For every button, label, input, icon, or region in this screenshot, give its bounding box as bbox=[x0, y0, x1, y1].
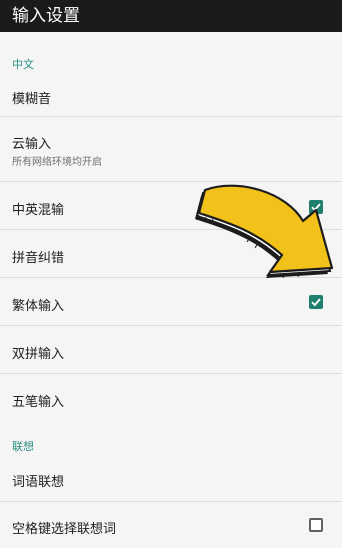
row-label: 模糊音 bbox=[12, 92, 52, 107]
row-mixed-input[interactable]: 中英混输 bbox=[0, 182, 342, 230]
section-header-chinese: 中文 bbox=[12, 58, 34, 71]
section-header-association: 联想 bbox=[12, 440, 34, 453]
checkmark-icon bbox=[311, 298, 321, 307]
row-sublabel: 所有网络环境均开启 bbox=[12, 157, 102, 168]
row-fuzzy-pinyin[interactable]: 模糊音 bbox=[0, 74, 342, 117]
row-label: 拼音纠错 bbox=[12, 251, 65, 266]
row-traditional-input[interactable]: 繁体输入 bbox=[0, 278, 342, 326]
row-wubi-input[interactable]: 五笔输入 bbox=[0, 374, 342, 422]
row-word-association[interactable]: 词语联想 bbox=[0, 456, 342, 502]
row-label: 云输入 bbox=[12, 137, 52, 152]
mixed-input-checkbox[interactable] bbox=[309, 200, 323, 214]
row-cloud-input[interactable]: 云输入 所有网络环境均开启 bbox=[0, 117, 342, 182]
row-label: 繁体输入 bbox=[12, 299, 65, 314]
page-title: 输入设置 bbox=[12, 6, 80, 26]
row-label: 词语联想 bbox=[12, 475, 65, 490]
row-double-pinyin[interactable]: 双拼输入 bbox=[0, 326, 342, 374]
checkmark-icon bbox=[311, 251, 321, 260]
checkmark-icon bbox=[311, 203, 321, 212]
pinyin-correction-checkbox[interactable] bbox=[309, 248, 323, 262]
row-pinyin-correction[interactable]: 拼音纠错 bbox=[0, 230, 342, 278]
row-label: 双拼输入 bbox=[12, 347, 65, 362]
traditional-input-checkbox[interactable] bbox=[309, 295, 323, 309]
title-bar: 输入设置 bbox=[0, 0, 342, 32]
row-label: 中英混输 bbox=[12, 203, 65, 218]
row-label: 五笔输入 bbox=[12, 395, 65, 410]
row-space-select-association[interactable]: 空格键选择联想词 bbox=[0, 502, 342, 548]
space-select-checkbox[interactable] bbox=[309, 518, 323, 532]
row-label: 空格键选择联想词 bbox=[12, 522, 117, 537]
